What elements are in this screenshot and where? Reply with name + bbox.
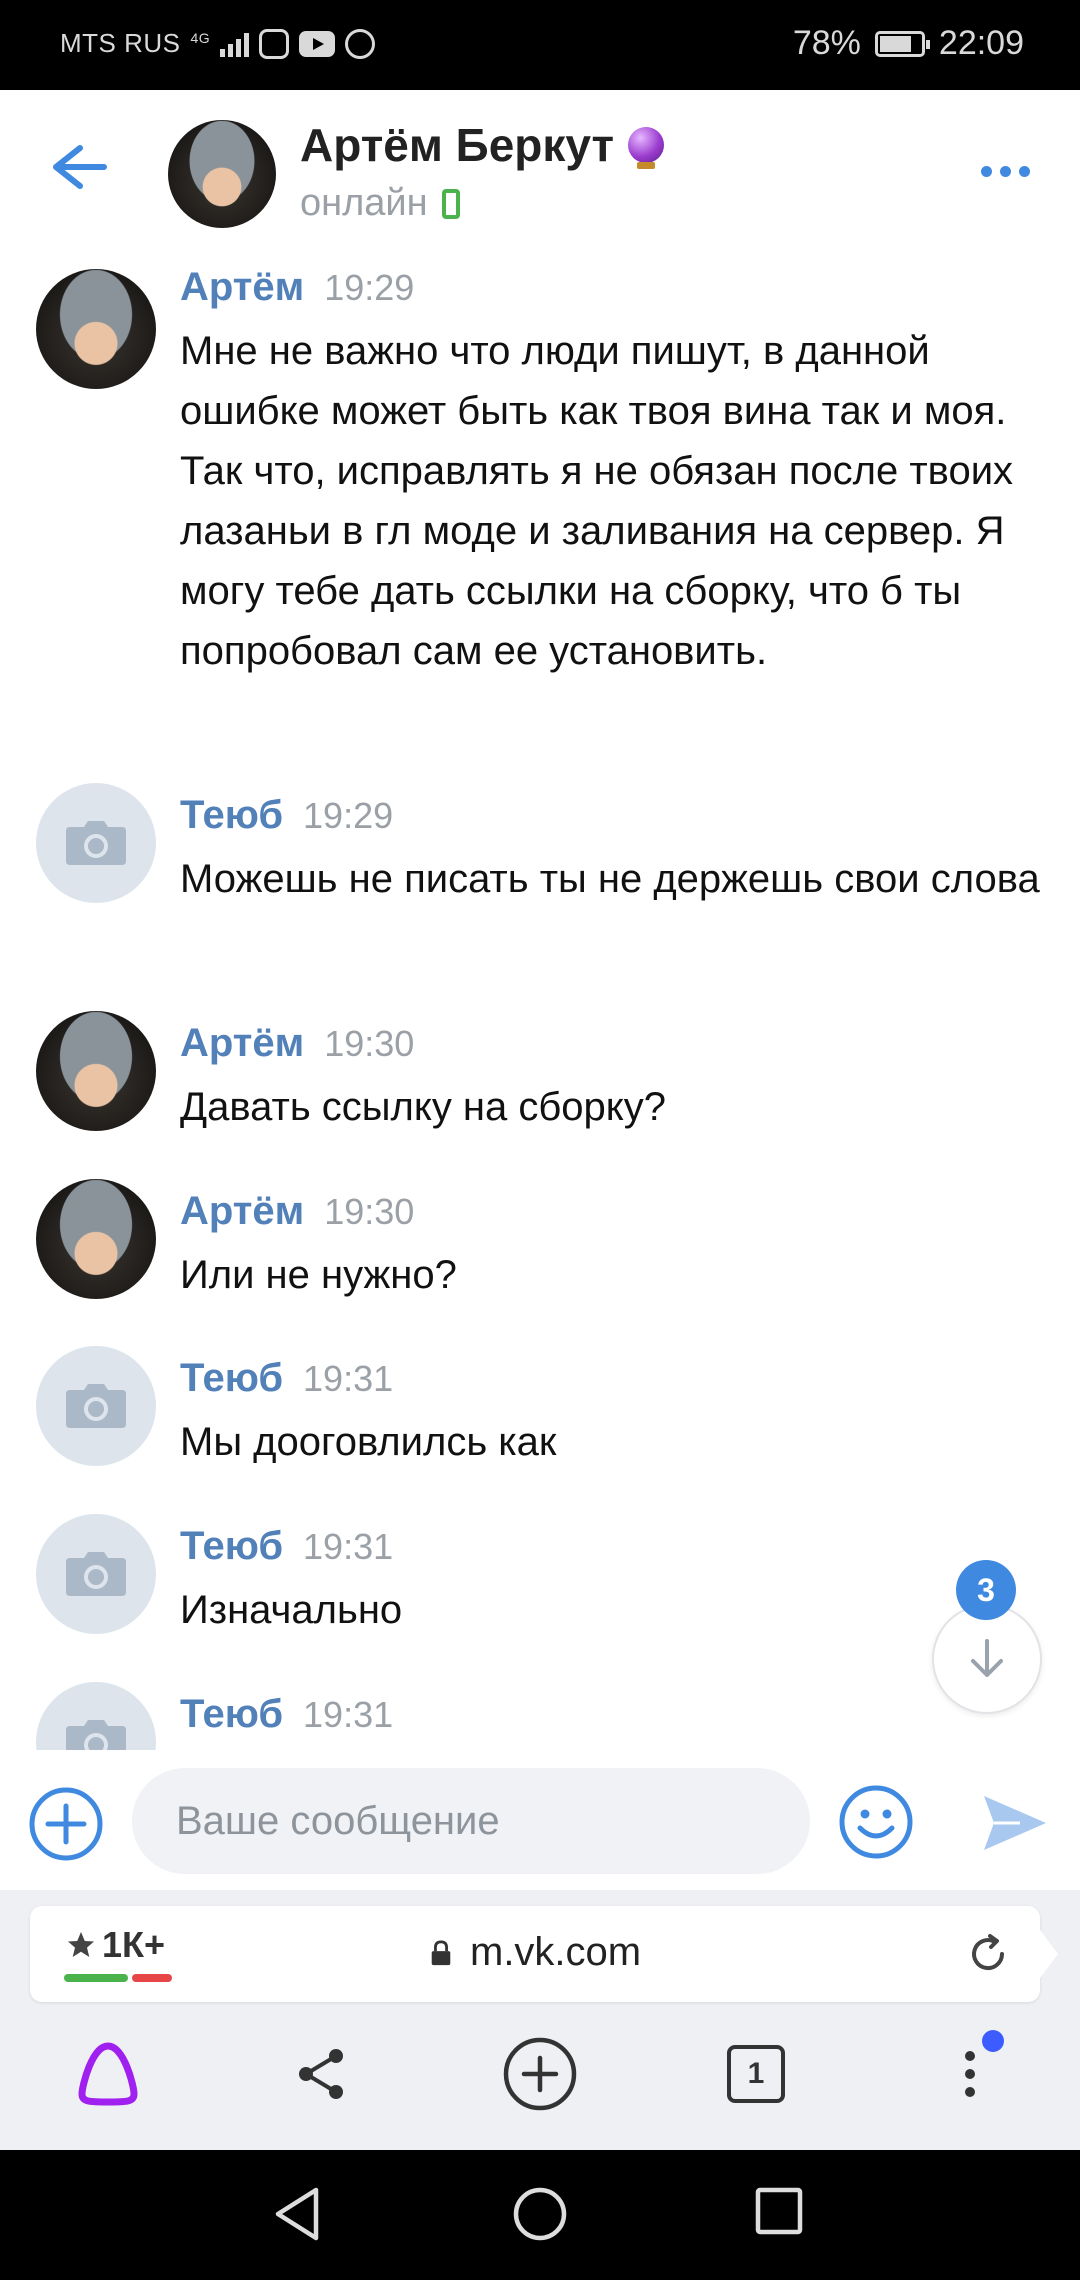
status-bar: MTS RUS 4G 78% 22:09	[0, 0, 1080, 90]
rating-value: 1К+	[102, 1924, 166, 1965]
carrier-label: MTS RUS	[60, 28, 181, 58]
address-bar-tip	[1040, 1930, 1058, 1978]
rating-bar-bad	[132, 1974, 172, 1982]
mobile-online-icon	[441, 188, 460, 219]
battery-icon	[874, 30, 930, 57]
arrow-down-icon	[971, 1639, 1003, 1677]
camera-icon	[66, 1720, 126, 1750]
contact-name: Артём Беркут	[300, 119, 615, 171]
message-time: 19:29	[324, 267, 415, 308]
nav-recents-icon[interactable]	[754, 2186, 804, 2241]
message-time: 19:30	[324, 1191, 415, 1232]
site-rating[interactable]: 1К+	[66, 1924, 165, 1966]
message-text: Изначально	[180, 1588, 403, 1632]
message-list[interactable]: Артём 19:29 Мне не важно что люди пишут, …	[0, 245, 1080, 1750]
camera-icon	[66, 821, 126, 865]
nav-back-icon[interactable]	[272, 2186, 322, 2247]
status-bar-right: 78% 22:09	[793, 24, 1024, 63]
star-icon	[68, 1932, 94, 1957]
avatar[interactable]	[36, 1011, 156, 1131]
avatar[interactable]	[36, 1682, 156, 1750]
plus-circle-icon	[29, 1787, 103, 1861]
rating-bar-good	[64, 1974, 128, 1982]
smile-icon	[839, 1785, 913, 1859]
crystal-ball-icon	[628, 127, 665, 169]
whatsapp-icon	[345, 28, 376, 59]
url-display[interactable]: m.vk.com	[430, 1930, 641, 1975]
browser-toolbar: 1К+ m.vk.com 1	[0, 1890, 1080, 2150]
message-author[interactable]: Теюб	[180, 1356, 283, 1400]
nav-home-icon[interactable]	[512, 2186, 568, 2247]
message-header: Теюб 19:31	[180, 1692, 393, 1737]
message-header: Теюб 19:31	[180, 1356, 393, 1401]
tabs-count: 1	[727, 2045, 785, 2103]
message-input[interactable]	[132, 1768, 810, 1874]
message-header: Артём 19:29	[180, 265, 414, 310]
url-text: m.vk.com	[470, 1930, 642, 1974]
avatar[interactable]	[36, 783, 156, 903]
message-text: Мы дооговлилсь как	[180, 1420, 557, 1464]
contact-avatar[interactable]	[168, 120, 276, 228]
status-bar-left: MTS RUS 4G	[60, 28, 376, 59]
address-bar[interactable]: 1К+ m.vk.com	[30, 1906, 1058, 2002]
alice-icon[interactable]	[68, 2034, 148, 2114]
camera-icon	[66, 1552, 126, 1596]
send-icon	[984, 1796, 1046, 1850]
message-text: Можешь не писать ты не держешь свои слов…	[180, 857, 1040, 901]
message-header: Артём 19:30	[180, 1189, 414, 1234]
unread-count-badge: 3	[956, 1560, 1016, 1620]
emoji-button[interactable]	[838, 1784, 914, 1860]
message-text: Давать ссылку на сборку?	[180, 1085, 666, 1129]
battery-fill	[879, 35, 911, 52]
send-button[interactable]	[980, 1788, 1050, 1858]
attach-button[interactable]	[28, 1786, 104, 1862]
share-icon[interactable]	[282, 2034, 362, 2114]
youtube-icon	[299, 30, 336, 57]
message-text: Или не нужно?	[180, 1253, 457, 1297]
message-header: Теюб 19:31	[180, 1524, 393, 1569]
lock-icon	[431, 1939, 451, 1965]
message-author[interactable]: Артём	[180, 265, 304, 309]
contact-name-row[interactable]: Артём Беркут	[300, 118, 665, 172]
message-author[interactable]: Артём	[180, 1189, 304, 1233]
contact-status: онлайн	[300, 182, 428, 224]
camera-icon	[66, 1384, 126, 1428]
signal-icon	[220, 31, 250, 57]
clock: 22:09	[938, 24, 1024, 62]
message-time: 19:31	[303, 1358, 394, 1399]
menu-button[interactable]	[930, 2030, 1010, 2114]
message-author[interactable]: Теюб	[180, 793, 283, 837]
message-time: 19:31	[303, 1526, 394, 1567]
browser-nav: 1	[0, 2010, 1080, 2150]
message-time: 19:31	[303, 1694, 394, 1735]
new-tab-icon[interactable]	[500, 2034, 580, 2114]
battery-percent: 78%	[792, 24, 861, 62]
message-composer	[0, 1750, 1080, 1890]
scroll-down-button[interactable]	[932, 1604, 1042, 1714]
avatar[interactable]	[36, 269, 156, 389]
avatar[interactable]	[36, 1346, 156, 1466]
chat-header: Артём Беркут онлайн	[0, 90, 1080, 245]
back-arrow-icon[interactable]	[42, 142, 112, 192]
avatar[interactable]	[36, 1514, 156, 1634]
message-header: Артём 19:30	[180, 1021, 414, 1066]
message-author[interactable]: Теюб	[180, 1692, 283, 1736]
more-dots-icon[interactable]	[981, 166, 1030, 177]
reload-icon[interactable]	[964, 1930, 1012, 1978]
instagram-icon	[259, 28, 290, 59]
message-author[interactable]: Теюб	[180, 1524, 283, 1568]
notification-dot	[982, 2030, 1004, 2052]
contact-status-row: онлайн	[300, 182, 460, 225]
message-time: 19:29	[303, 795, 394, 836]
network-type: 4G	[190, 29, 211, 46]
rating-bar	[64, 1974, 176, 1982]
avatar[interactable]	[36, 1179, 156, 1299]
tabs-button[interactable]: 1	[716, 2034, 796, 2114]
message-time: 19:30	[324, 1023, 415, 1064]
system-navigation-bar	[0, 2150, 1080, 2280]
message-text: Мне не важно что люди пишут, в данной ош…	[180, 329, 1014, 673]
message-header: Теюб 19:29	[180, 793, 393, 838]
message-author[interactable]: Артём	[180, 1021, 304, 1065]
more-vertical-icon	[965, 2051, 975, 2097]
